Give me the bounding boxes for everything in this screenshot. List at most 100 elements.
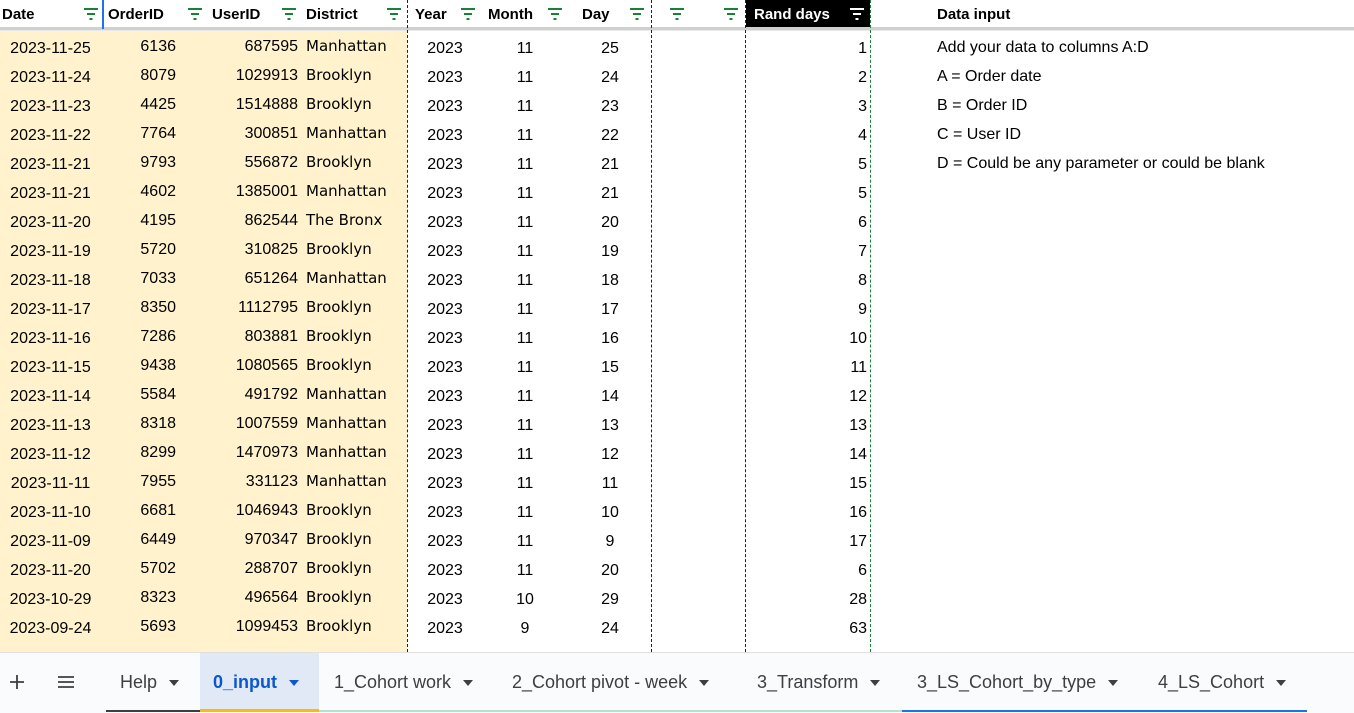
chevron-down-icon[interactable] [1108, 679, 1119, 686]
cell-userid[interactable]: 300851 [180, 119, 298, 148]
cell-month[interactable]: 11 [490, 179, 560, 208]
cell-year[interactable]: 2023 [410, 34, 480, 63]
cell-userid[interactable]: 651264 [180, 264, 298, 293]
filter-icon[interactable] [629, 7, 645, 21]
cell-orderid[interactable]: 4425 [104, 90, 176, 119]
table-row[interactable]: 2023-11-12 8299 1470973 Manhattan 2023 11 12 14 [0, 440, 1354, 469]
cell-date[interactable]: 2023-10-29 [0, 585, 101, 614]
table-row[interactable]: 2023-11-09 6449 970347 Brooklyn 2023 11 9 17 [0, 527, 1354, 556]
filter-icon[interactable] [547, 7, 563, 21]
cell-date[interactable]: 2023-11-11 [0, 469, 101, 498]
cell-day[interactable]: 23 [575, 92, 645, 121]
tab-1-cohort-work[interactable]: 1_Cohort work [319, 653, 496, 712]
cell-userid[interactable]: 491792 [180, 380, 298, 409]
cell-district[interactable]: Brooklyn [306, 61, 406, 90]
cell-rand[interactable]: 15 [748, 469, 867, 498]
cell-month[interactable]: 11 [490, 527, 560, 556]
header-rand[interactable]: Rand days [754, 0, 844, 29]
header-year[interactable]: Year [415, 0, 465, 29]
table-row[interactable]: 2023-11-17 8350 1112795 Brooklyn 2023 11 17 9 [0, 295, 1354, 324]
cell-day[interactable]: 20 [575, 208, 645, 237]
cell-rand[interactable]: 28 [748, 585, 867, 614]
cell-year[interactable]: 2023 [410, 353, 480, 382]
cell-userid[interactable]: 1470973 [180, 438, 298, 467]
cell-month[interactable]: 11 [490, 411, 560, 440]
cell-month[interactable]: 11 [490, 382, 560, 411]
cell-district[interactable]: Brooklyn [306, 525, 406, 554]
table-row[interactable]: 2023-11-10 6681 1046943 Brooklyn 2023 11 10 16 [0, 498, 1354, 527]
cell-district[interactable]: Manhattan [306, 119, 406, 148]
cell-userid[interactable]: 496564 [180, 583, 298, 612]
cell-year[interactable]: 2023 [410, 324, 480, 353]
table-row[interactable]: 2023-11-18 7033 651264 Manhattan 2023 11 18 8 [0, 266, 1354, 295]
cell-district[interactable]: Brooklyn [306, 496, 406, 525]
cell-month[interactable]: 11 [490, 498, 560, 527]
cell-day[interactable]: 19 [575, 237, 645, 266]
header-userid[interactable]: UserID [212, 0, 282, 29]
cell-month[interactable]: 11 [490, 469, 560, 498]
cell-orderid[interactable]: 6681 [104, 496, 176, 525]
cell-date[interactable]: 2023-11-22 [0, 121, 101, 150]
chevron-down-icon[interactable] [1276, 679, 1287, 686]
cell-month[interactable]: 11 [490, 324, 560, 353]
cell-day[interactable]: 16 [575, 324, 645, 353]
cell-year[interactable]: 2023 [410, 150, 480, 179]
table-row[interactable]: 2023-10-29 8323 496564 Brooklyn 2023 10 29 28 [0, 585, 1354, 614]
cell-date[interactable]: 2023-11-24 [0, 63, 101, 92]
cell-year[interactable]: 2023 [410, 121, 480, 150]
cell-year[interactable]: 2023 [410, 266, 480, 295]
cell-userid[interactable]: 310825 [180, 235, 298, 264]
cell-rand[interactable]: 14 [748, 440, 867, 469]
cell-rand[interactable]: 6 [748, 208, 867, 237]
tab-3-ls-cohort-by-type[interactable]: 3_LS_Cohort_by_type [902, 653, 1142, 712]
filter-icon[interactable] [849, 7, 865, 21]
cell-day[interactable]: 9 [575, 527, 645, 556]
cell-userid[interactable]: 687595 [180, 32, 298, 61]
chevron-down-icon[interactable] [169, 679, 180, 686]
header-day[interactable]: Day [582, 0, 622, 29]
cell-district[interactable]: Brooklyn [306, 90, 406, 119]
tab-3-transform[interactable]: 3_Transform [741, 653, 902, 712]
cell-orderid[interactable]: 9793 [104, 148, 176, 177]
cell-userid[interactable]: 1514888 [180, 90, 298, 119]
cell-orderid[interactable]: 7955 [104, 467, 176, 496]
table-row[interactable]: 2023-11-15 9438 1080565 Brooklyn 2023 11 15 11 [0, 353, 1354, 382]
cell-district[interactable]: Brooklyn [306, 235, 406, 264]
cell-year[interactable]: 2023 [410, 585, 480, 614]
cell-orderid[interactable]: 4602 [104, 177, 176, 206]
cell-year[interactable]: 2023 [410, 556, 480, 585]
cell-orderid[interactable]: 8079 [104, 61, 176, 90]
cell-district[interactable]: Brooklyn [306, 583, 406, 612]
cell-month[interactable]: 11 [490, 150, 560, 179]
cell-month[interactable]: 11 [490, 34, 560, 63]
plus-icon[interactable] [6, 671, 28, 693]
cell-userid[interactable]: 1112795 [180, 293, 298, 322]
cell-day[interactable]: 12 [575, 440, 645, 469]
cell-orderid[interactable]: 7033 [104, 264, 176, 293]
table-row[interactable]: 2023-11-20 5702 288707 Brooklyn 2023 11 20 6 [0, 556, 1354, 585]
cell-month[interactable]: 11 [490, 440, 560, 469]
cell-district[interactable]: Manhattan [306, 32, 406, 61]
cell-district[interactable]: Brooklyn [306, 148, 406, 177]
cell-day[interactable]: 29 [575, 585, 645, 614]
cell-month[interactable]: 11 [490, 63, 560, 92]
table-row[interactable]: 2023-11-22 7764 300851 Manhattan 2023 11 22 4 [0, 121, 1354, 150]
cell-district[interactable]: Brooklyn [306, 612, 406, 641]
filter-icon[interactable] [669, 7, 685, 21]
cell-day[interactable]: 17 [575, 295, 645, 324]
cell-day[interactable]: 21 [575, 150, 645, 179]
table-row[interactable]: 2023-11-14 5584 491792 Manhattan 2023 11 14 12 [0, 382, 1354, 411]
cell-rand[interactable]: 17 [748, 527, 867, 556]
cell-rand[interactable]: 8 [748, 266, 867, 295]
cell-rand[interactable]: 16 [748, 498, 867, 527]
cell-month[interactable]: 11 [490, 556, 560, 585]
cell-date[interactable]: 2023-11-17 [0, 295, 101, 324]
cell-date[interactable]: 2023-11-20 [0, 556, 101, 585]
cell-userid[interactable]: 1080565 [180, 351, 298, 380]
cell-year[interactable]: 2023 [410, 92, 480, 121]
cell-month[interactable]: 11 [490, 92, 560, 121]
cell-userid[interactable]: 803881 [180, 322, 298, 351]
table-row[interactable]: 2023-11-16 7286 803881 Brooklyn 2023 11 16 10 [0, 324, 1354, 353]
table-row[interactable]: 2023-11-25 6136 687595 Manhattan 2023 11 25 1 [0, 34, 1354, 63]
cell-rand[interactable]: 2 [748, 63, 867, 92]
